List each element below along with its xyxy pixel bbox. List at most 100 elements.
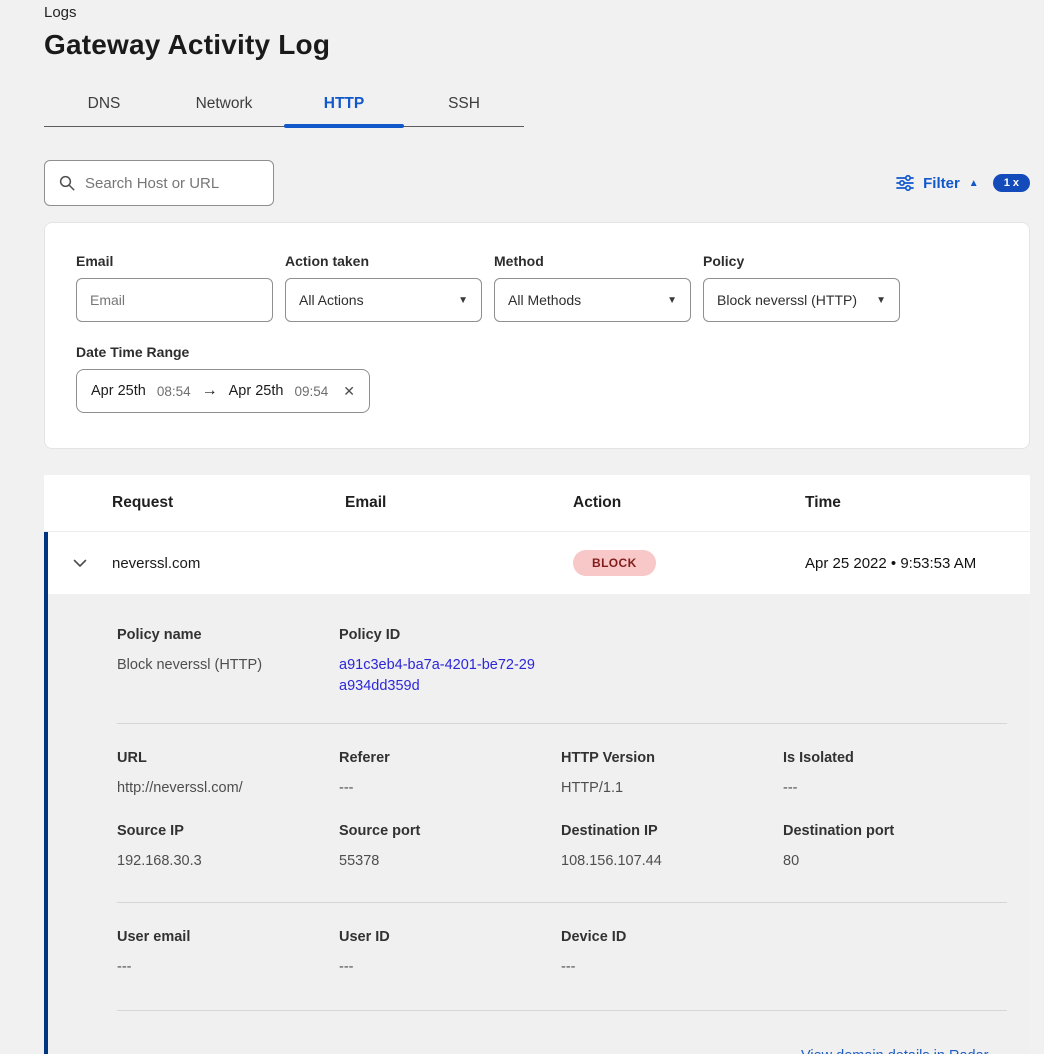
detail-user-id: User ID --- [339,929,561,978]
destination-port-value: 80 [783,851,1005,872]
destination-port-label: Destination port [783,823,1005,839]
referer-value: --- [339,778,561,799]
section-divider [117,1010,1007,1011]
tab-http[interactable]: HTTP [284,85,404,126]
source-ip-value: 192.168.30.3 [117,851,339,872]
user-email-label: User email [117,929,339,945]
filter-fields-row: Email Action taken All Actions ▼ Method … [76,253,998,322]
start-date[interactable]: Apr 25th [91,383,146,399]
detail-referer: Referer --- [339,750,561,799]
source-ip-label: Source IP [117,823,339,839]
end-date[interactable]: Apr 25th [229,383,284,399]
search-box[interactable] [44,160,274,206]
column-header-request: Request [112,494,345,512]
policy-name-label: Policy name [117,627,339,643]
filter-sliders-icon [896,175,914,191]
url-label: URL [117,750,339,766]
view-radar-link[interactable]: View domain details in Radar → [801,1048,1007,1054]
policy-filter-value: Block neverssl (HTTP) [717,292,857,308]
detail-policy-name: Policy name Block neverssl (HTTP) [117,627,339,697]
detail-http-version: HTTP Version HTTP/1.1 [561,750,783,799]
url-value: http://neverssl.com/ [117,778,339,799]
policy-id-label: Policy ID [339,627,561,643]
user-id-value: --- [339,957,561,978]
filter-toggle-button[interactable]: Filter [923,175,960,192]
date-range-field: Date Time Range Apr 25th 08:54 → Apr 25t… [76,344,998,413]
row-detail-panel: Policy name Block neverssl (HTTP) Policy… [44,594,1030,1054]
email-filter-input[interactable] [76,278,273,322]
policy-section: Policy name Block neverssl (HTTP) Policy… [117,627,1007,697]
section-divider [117,902,1007,903]
tab-network[interactable]: Network [164,85,284,126]
filter-field-policy: Policy Block neverssl (HTTP) ▼ [703,253,900,322]
collapse-caret-icon[interactable]: ▲ [969,178,979,189]
row-request: neverssl.com [112,555,345,572]
user-section: User email --- User ID --- Device ID --- [117,929,1007,978]
detail-destination-ip: Destination IP 108.156.107.44 [561,823,783,872]
source-port-value: 55378 [339,851,561,872]
tab-dns[interactable]: DNS [44,85,164,126]
chevron-down-icon: ▼ [667,295,677,306]
device-id-value: --- [561,957,783,978]
http-section-row2: Source IP 192.168.30.3 Source port 55378… [117,823,1007,872]
destination-ip-value: 108.156.107.44 [561,851,783,872]
detail-destination-port: Destination port 80 [783,823,1005,872]
row-action: BLOCK [573,550,805,576]
search-icon [58,174,76,192]
source-port-label: Source port [339,823,561,839]
radar-link-row: View domain details in Radar → [117,1047,1007,1054]
method-filter-label: Method [494,253,691,269]
date-range-label: Date Time Range [76,344,998,360]
column-header-time: Time [805,494,1030,512]
detail-source-port: Source port 55378 [339,823,561,872]
start-time[interactable]: 08:54 [157,384,191,399]
filter-panel: Email Action taken All Actions ▼ Method … [44,222,1030,449]
action-filter-label: Action taken [285,253,482,269]
method-filter-value: All Methods [508,292,581,308]
page-title: Gateway Activity Log [44,29,1030,61]
filter-field-email: Email [76,253,273,322]
block-badge: BLOCK [573,550,656,576]
device-id-label: Device ID [561,929,783,945]
detail-device-id: Device ID --- [561,929,783,978]
date-range-picker[interactable]: Apr 25th 08:54 → Apr 25th 09:54 ✕ [76,369,370,413]
detail-url: URL http://neverssl.com/ [117,750,339,799]
policy-filter-label: Policy [703,253,900,269]
toolbar: Filter ▲ 1 x [44,160,1030,206]
page-content: Logs Gateway Activity Log DNS Network HT… [44,0,1030,1054]
is-isolated-value: --- [783,778,1005,799]
email-filter-label: Email [76,253,273,269]
clear-date-icon[interactable]: ✕ [343,383,355,400]
http-section-row1: URL http://neverssl.com/ Referer --- HTT… [117,750,1007,799]
user-email-value: --- [117,957,339,978]
detail-user-email: User email --- [117,929,339,978]
referer-label: Referer [339,750,561,766]
tab-ssh[interactable]: SSH [404,85,524,126]
filter-field-method: Method All Methods ▼ [494,253,691,322]
destination-ip-label: Destination IP [561,823,783,839]
search-input[interactable] [85,175,260,192]
table-header: Request Email Action Time [44,475,1030,532]
action-filter-select[interactable]: All Actions ▼ [285,278,482,322]
filter-count-badge[interactable]: 1 x [993,174,1030,192]
row-time: Apr 25 2022 • 9:53:53 AM [805,555,1030,572]
policy-filter-select[interactable]: Block neverssl (HTTP) ▼ [703,278,900,322]
chevron-down-icon: ▼ [876,295,886,306]
activity-log-table: Request Email Action Time neverssl.com B… [44,475,1030,1054]
column-header-action: Action [573,494,805,512]
end-time[interactable]: 09:54 [294,384,328,399]
detail-source-ip: Source IP 192.168.30.3 [117,823,339,872]
chevron-down-icon: ▼ [458,295,468,306]
policy-id-link[interactable]: a91c3eb4-ba7a-4201-be72-29a934dd359d [339,655,535,697]
http-version-value: HTTP/1.1 [561,778,783,799]
is-isolated-label: Is Isolated [783,750,1005,766]
column-header-email: Email [345,494,573,512]
table-row[interactable]: neverssl.com BLOCK Apr 25 2022 • 9:53:53… [44,532,1030,594]
http-version-label: HTTP Version [561,750,783,766]
tab-bar: DNS Network HTTP SSH [44,85,524,127]
method-filter-select[interactable]: All Methods ▼ [494,278,691,322]
policy-name-value: Block neverssl (HTTP) [117,655,339,676]
breadcrumb[interactable]: Logs [44,4,1030,21]
row-expand-chevron-icon[interactable] [48,559,112,568]
filter-controls: Filter ▲ 1 x [896,174,1030,192]
